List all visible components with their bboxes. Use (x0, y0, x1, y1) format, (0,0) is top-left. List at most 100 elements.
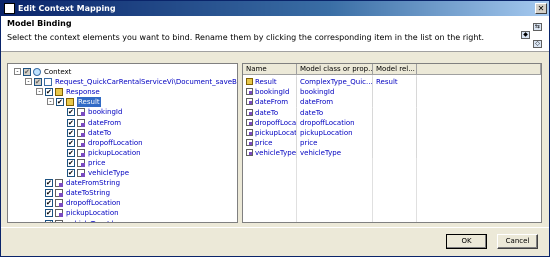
page-description: Select the context elements you want to … (7, 33, 485, 42)
table-row[interactable]: Result ComplexType_Quic... Result (243, 77, 541, 87)
attribute-icon (246, 108, 253, 116)
unmap-attribute-icon: ◇ (533, 40, 542, 48)
model-cell: pickupLocation (297, 128, 373, 138)
attribute-icon (55, 219, 63, 222)
name-cell-label: dropoffLocat... (255, 118, 297, 127)
attribute-icon (55, 199, 63, 208)
tree-expander-icon[interactable]: - (36, 88, 43, 96)
header-banner: Model Binding Select the context element… (1, 16, 549, 52)
ok-button[interactable]: OK (446, 234, 487, 249)
tree-checkbox[interactable] (67, 107, 75, 117)
model-cell: dateTo (297, 107, 373, 118)
tree-expander-icon[interactable]: - (25, 78, 32, 86)
tree-checkbox[interactable] (23, 67, 31, 77)
tree-item-label: pickupLocation (66, 209, 119, 218)
table-row[interactable]: price price (243, 138, 541, 149)
table-row[interactable]: vehicleType vehicleType (243, 148, 541, 159)
name-cell-label: dateFrom (255, 98, 289, 107)
tree-expander-icon[interactable]: - (14, 68, 21, 75)
tree-checkbox[interactable] (67, 158, 75, 168)
name-cell[interactable]: pickupLocati... (243, 128, 297, 138)
name-cell[interactable]: dropoffLocat... (243, 117, 297, 128)
table-row[interactable]: bookingId bookingId (243, 87, 541, 98)
column-header-filler (417, 64, 541, 75)
tree-checkbox[interactable] (45, 178, 53, 188)
name-cell-label: pickupLocati... (255, 129, 297, 137)
model-cell: dropoffLocation (297, 117, 373, 128)
table-row[interactable]: dateTo dateTo (243, 107, 541, 118)
app-icon (4, 3, 15, 14)
name-cell[interactable]: vehicleType (243, 148, 297, 159)
relation-cell (373, 117, 417, 128)
tree-item-label: Result (77, 97, 101, 108)
mapping-table[interactable]: Name Model class or prop... Model rel... Re… (242, 63, 542, 223)
tree-item-label: vehicleType (88, 169, 130, 177)
tree-checkbox[interactable] (67, 138, 75, 148)
tree-item-label: dateFromString (66, 179, 121, 188)
cancel-button[interactable]: Cancel (497, 234, 538, 249)
tree-checkbox[interactable] (67, 128, 75, 138)
attribute-icon (77, 169, 85, 177)
relation-cell (373, 97, 417, 108)
column-header[interactable]: Model class or prop... (297, 64, 373, 75)
dialog-window: Edit Context Mapping ✕ Model Binding Sel… (0, 0, 550, 257)
tree-checkbox[interactable] (56, 97, 64, 107)
attribute-icon (77, 138, 85, 147)
tree-checkbox[interactable] (67, 168, 75, 178)
name-cell[interactable]: price (243, 138, 297, 149)
name-cell-label: bookingId (255, 88, 290, 97)
tree-checkbox[interactable] (45, 208, 53, 218)
name-cell-label: Result (255, 78, 277, 86)
tree-expander-icon[interactable]: - (47, 98, 54, 106)
tree-checkbox[interactable] (67, 118, 75, 128)
tree-item-label: dateTo (88, 128, 112, 137)
tree-item-label: dateFrom (88, 118, 122, 127)
attribute-icon (77, 148, 85, 157)
header-icon-group: ⇆ ◆ ◇ (521, 23, 543, 49)
page-title: Model Binding (7, 19, 72, 28)
tree-item-label: dateToString (66, 189, 111, 198)
column-header[interactable]: Model rel... (373, 64, 417, 75)
attribute-icon (246, 118, 253, 126)
table-row[interactable]: dropoffLocat...dropoffLocation (243, 117, 541, 128)
tree-checkbox[interactable] (67, 148, 75, 158)
name-cell[interactable]: dateTo (243, 107, 297, 118)
window-title: Edit Context Mapping (18, 4, 116, 13)
tree-checkbox[interactable] (45, 188, 53, 198)
attribute-icon (77, 158, 85, 167)
node-icon (66, 98, 74, 107)
column-header[interactable]: Name (243, 64, 297, 75)
title-bar[interactable]: Edit Context Mapping ✕ (1, 1, 549, 16)
close-button[interactable]: ✕ (535, 3, 547, 14)
relation-cell: Result (373, 77, 417, 87)
attribute-icon (246, 129, 253, 136)
context-tree[interactable]: - Context - Request_QuickCarRentalServiceVi… (7, 63, 238, 223)
name-cell[interactable]: Result (243, 77, 297, 87)
mapping-wizard-icon: ⇆ (533, 23, 542, 31)
tree-item-label: Request_QuickCarRentalServiceVi\Document… (55, 78, 237, 87)
tree-item-label: bookingId (88, 108, 123, 117)
model-cell: bookingId (297, 87, 373, 98)
attribute-icon (77, 118, 85, 127)
tree-checkbox[interactable] (45, 198, 53, 208)
attribute-icon (77, 108, 85, 117)
name-cell[interactable]: dateFrom (243, 97, 297, 108)
tree-item-label: pickupLocation (88, 148, 141, 157)
model-cell: dateFrom (297, 97, 373, 108)
tree-checkbox[interactable] (45, 87, 53, 97)
model-cell: vehicleType (297, 148, 373, 159)
relation-cell (373, 107, 417, 118)
tree-checkbox[interactable] (45, 219, 53, 222)
relation-cell (373, 148, 417, 159)
tree-checkbox[interactable] (34, 77, 42, 87)
attribute-icon (246, 149, 253, 157)
attribute-icon (55, 179, 63, 188)
name-cell[interactable]: bookingId (243, 87, 297, 98)
model-cell: price (297, 138, 373, 149)
table-row[interactable]: pickupLocati...pickupLocation (243, 128, 541, 138)
model-cell: ComplexType_Quic... (297, 77, 373, 87)
table-row[interactable]: dateFrom dateFrom (243, 97, 541, 108)
name-cell-label: vehicleType (255, 149, 297, 158)
tree-item-label: Response (66, 88, 100, 97)
attribute-icon (55, 209, 63, 218)
